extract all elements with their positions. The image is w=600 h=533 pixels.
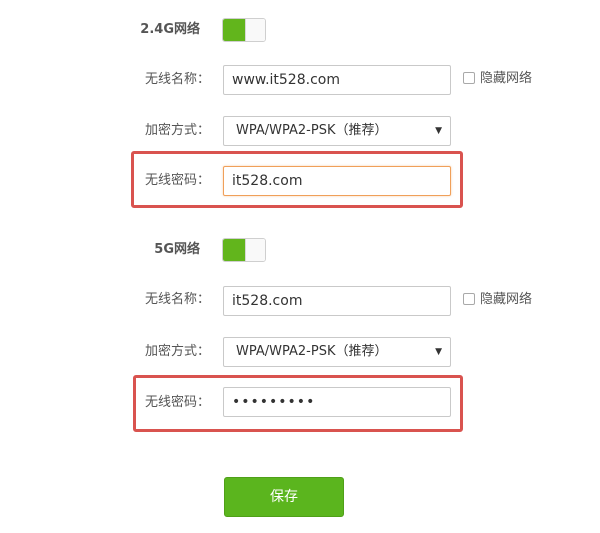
band-24-security-label: 加密方式：: [144, 123, 210, 138]
band-5-ssid-input[interactable]: [223, 286, 451, 316]
save-button[interactable]: 保存: [224, 477, 344, 517]
dropdown-caret-icon: ▼: [435, 347, 442, 357]
band-5-ssid-label: 无线名称：: [144, 292, 210, 307]
band-5-password-input[interactable]: [223, 387, 451, 417]
band-5-hide-checkbox[interactable]: [463, 293, 475, 305]
band-24-hide-label: 隐藏网络: [480, 71, 533, 86]
toggle-on-indicator: [223, 19, 245, 41]
band-24-ssid-input[interactable]: [223, 65, 451, 95]
band-5-title: 5G网络: [154, 242, 200, 257]
dropdown-caret-icon: ▼: [435, 126, 442, 136]
band-24-security-value: WPA/WPA2-PSK（推荐）: [236, 123, 388, 138]
band-24-toggle[interactable]: [222, 18, 266, 42]
band-5-toggle[interactable]: [222, 238, 266, 262]
band-5-security-label: 加密方式：: [144, 344, 210, 359]
band-5-security-value: WPA/WPA2-PSK（推荐）: [236, 344, 388, 359]
band-5-password-label: 无线密码：: [144, 395, 210, 410]
band-5-hide-label: 隐藏网络: [480, 292, 533, 307]
band-24-password-input[interactable]: [223, 166, 451, 196]
band-24-password-label: 无线密码：: [144, 173, 210, 188]
band-5-security-select[interactable]: WPA/WPA2-PSK（推荐） ▼: [223, 337, 451, 367]
band-24-ssid-label: 无线名称：: [144, 72, 210, 87]
toggle-knob: [245, 239, 265, 261]
band-24-hide-checkbox[interactable]: [463, 72, 475, 84]
toggle-on-indicator: [223, 239, 245, 261]
band-24-title: 2.4G网络: [140, 22, 200, 37]
toggle-knob: [245, 19, 265, 41]
band-24-security-select[interactable]: WPA/WPA2-PSK（推荐） ▼: [223, 116, 451, 146]
